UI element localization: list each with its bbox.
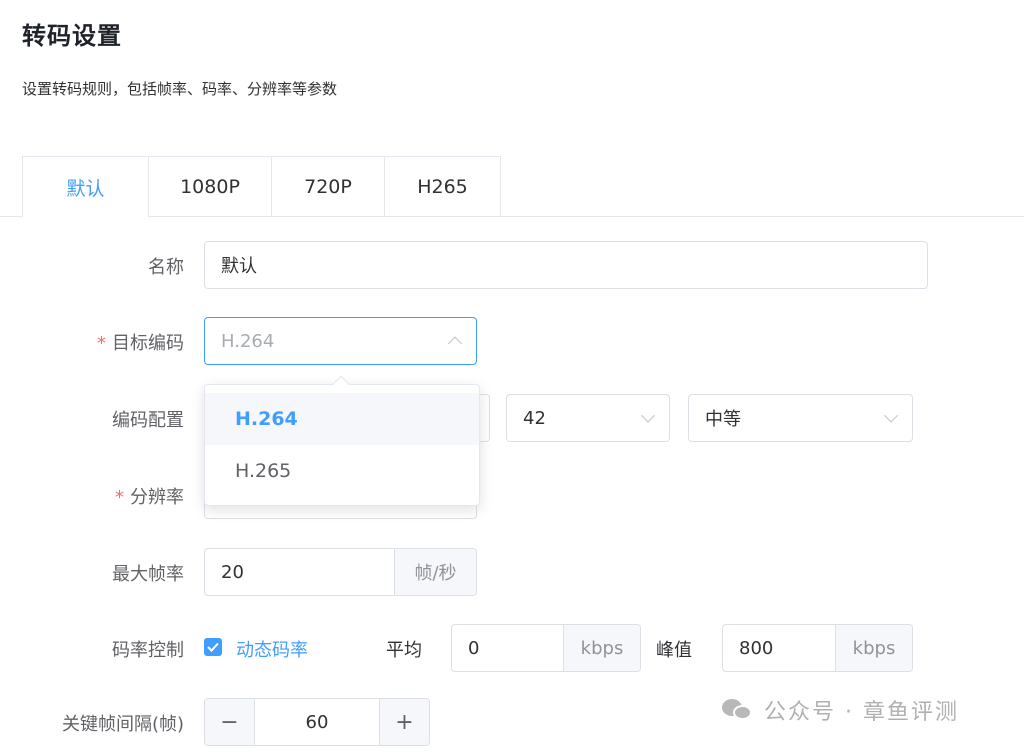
dynamic-bitrate-label[interactable]: 动态码率 xyxy=(236,636,308,662)
resolution-label: * 分辨率 xyxy=(115,487,184,508)
page-title: 转码设置 xyxy=(22,22,122,50)
max-fps-input[interactable]: 20 帧/秒 xyxy=(204,548,477,596)
watermark: 公众号 · 章鱼评测 xyxy=(722,694,959,726)
tab-bar: 默认 1080P 720P H265 xyxy=(0,156,1024,218)
avg-bitrate-unit: kbps xyxy=(563,625,640,671)
chevron-down-icon xyxy=(640,408,656,423)
checkmark-icon xyxy=(207,642,219,652)
name-input[interactable]: 默认 xyxy=(204,241,928,289)
target-codec-label: * 目标编码 xyxy=(97,333,184,354)
option-h264[interactable]: H.264 xyxy=(205,393,479,445)
peak-bitrate-unit: kbps xyxy=(835,625,912,671)
option-h265[interactable]: H.265 xyxy=(205,445,479,497)
chevron-up-icon xyxy=(447,336,463,351)
decrement-button[interactable]: − xyxy=(205,699,255,745)
increment-button[interactable]: + xyxy=(379,699,429,745)
peak-bitrate-value: 800 xyxy=(739,637,774,659)
required-mark: * xyxy=(115,487,124,508)
target-codec-placeholder: H.264 xyxy=(221,330,275,352)
keyframe-label: 关键帧间隔(帧) xyxy=(61,714,184,735)
avg-bitrate-input[interactable]: 0 kbps xyxy=(451,624,641,672)
tab-h265[interactable]: H265 xyxy=(385,156,501,217)
tab-1080p[interactable]: 1080P xyxy=(149,156,272,217)
codec-config-label: 编码配置 xyxy=(112,410,184,431)
avg-bitrate-label: 平均 xyxy=(386,640,422,661)
keyframe-value[interactable]: 60 xyxy=(255,699,379,745)
tab-720p[interactable]: 720P xyxy=(272,156,385,217)
codec-level-value: 42 xyxy=(523,407,546,429)
max-fps-value: 20 xyxy=(221,561,244,583)
bitrate-label: 码率控制 xyxy=(112,640,184,661)
peak-bitrate-label: 峰值 xyxy=(656,640,692,661)
wechat-icon xyxy=(722,697,754,723)
target-codec-select[interactable]: H.264 xyxy=(204,317,477,365)
tab-default[interactable]: 默认 xyxy=(22,156,149,218)
name-label: 名称 xyxy=(148,257,184,278)
chevron-down-icon xyxy=(883,408,899,423)
codec-preset-value: 中等 xyxy=(705,409,741,430)
required-mark: * xyxy=(97,333,106,354)
name-input-value: 默认 xyxy=(221,256,257,277)
dropdown-arrow xyxy=(332,375,350,393)
page-subtitle: 设置转码规则，包括帧率、码率、分辨率等参数 xyxy=(22,80,338,98)
keyframe-stepper[interactable]: − 60 + xyxy=(204,698,430,746)
dynamic-bitrate-checkbox[interactable] xyxy=(204,638,222,656)
watermark-text: 公众号 · 章鱼评测 xyxy=(764,700,959,725)
peak-bitrate-input[interactable]: 800 kbps xyxy=(722,624,913,672)
target-codec-dropdown: H.264 H.265 xyxy=(204,375,480,506)
max-fps-label: 最大帧率 xyxy=(112,564,184,585)
codec-preset-select[interactable]: 中等 xyxy=(688,394,913,442)
max-fps-unit: 帧/秒 xyxy=(394,549,476,595)
avg-bitrate-value: 0 xyxy=(468,637,480,659)
codec-level-select[interactable]: 42 xyxy=(506,394,670,442)
